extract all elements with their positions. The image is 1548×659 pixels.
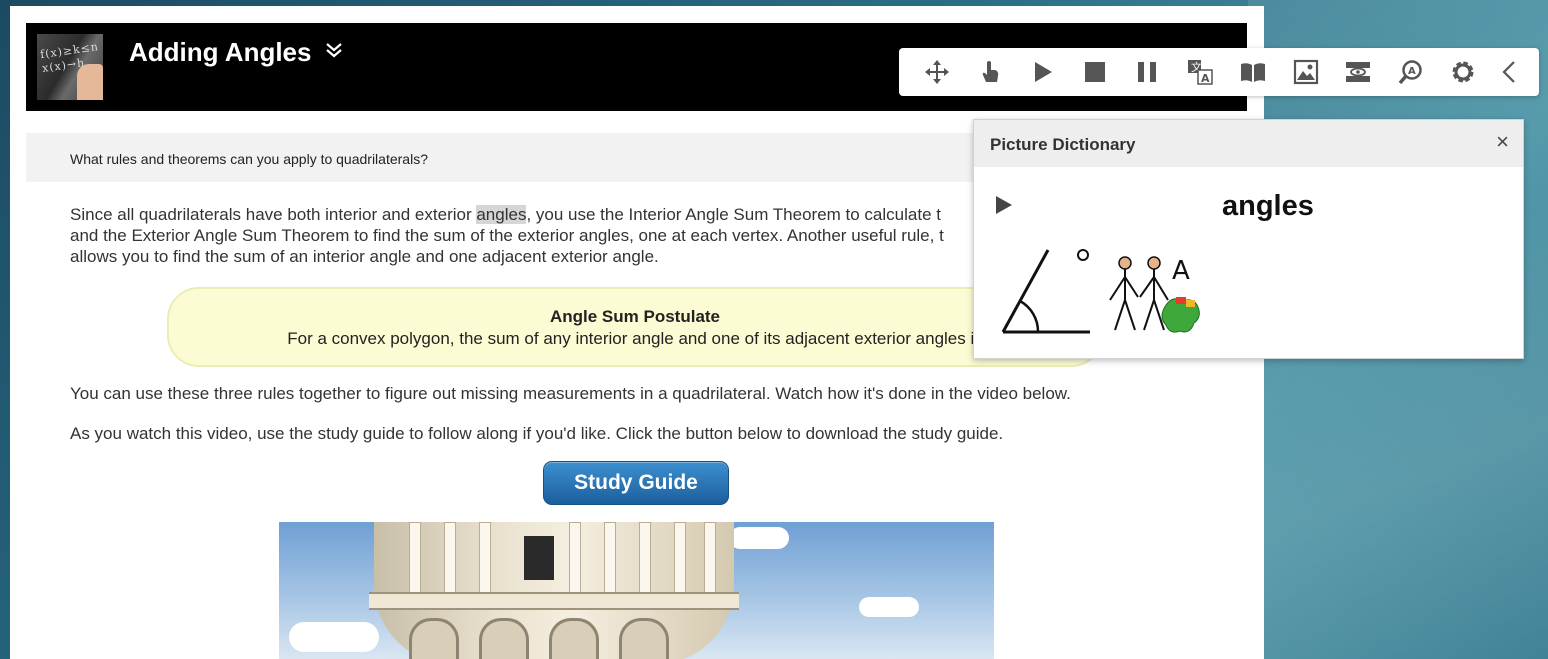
angle-sum-postulate-box: Angle Sum Postulate For a convex polygon…	[167, 287, 1103, 367]
dictionary-book-icon[interactable]	[1239, 58, 1267, 86]
translate-icon[interactable]: 文A	[1186, 58, 1214, 86]
angles-symbol-picture: A	[1001, 249, 1200, 334]
tower-ledge	[369, 592, 739, 610]
stop-icon[interactable]	[1081, 58, 1109, 86]
close-icon[interactable]: ×	[1496, 131, 1509, 153]
play-icon[interactable]	[1028, 58, 1056, 86]
lesson-title: Adding Angles	[129, 37, 312, 67]
screen-mask-icon[interactable]	[1344, 58, 1372, 86]
postulate-title: Angle Sum Postulate	[549, 307, 721, 326]
para1-text-before: Since all quadrilaterals have both inter…	[70, 205, 477, 224]
highlighted-word-angles[interactable]: angles	[476, 205, 527, 224]
video-thumbnail[interactable]	[279, 522, 994, 659]
move-icon[interactable]	[923, 58, 951, 86]
postulate-body: For a convex polygon, the sum of any int…	[287, 329, 983, 348]
tower-arch	[479, 618, 529, 659]
text-magnifier-icon[interactable]: A	[1397, 58, 1425, 86]
lesson-title-dropdown[interactable]: Adding Angles	[129, 37, 343, 68]
read-aloud-toolbar: 文A A	[899, 48, 1539, 96]
point-hand-icon[interactable]	[976, 58, 1004, 86]
svg-text:A: A	[1408, 66, 1416, 77]
pause-icon[interactable]	[1133, 58, 1161, 86]
tower-arch	[409, 618, 459, 659]
picture-dictionary-panel: Picture Dictionary × angles A	[973, 119, 1524, 359]
picture-dictionary-header: Picture Dictionary ×	[974, 120, 1523, 167]
cloud	[859, 597, 919, 617]
settings-gear-icon[interactable]	[1449, 58, 1477, 86]
collapse-chevron-left-icon[interactable]	[1496, 58, 1524, 86]
question-text: What rules and theorems can you apply to…	[70, 151, 428, 167]
cloud	[289, 622, 379, 652]
picture-dictionary-icon[interactable]	[1292, 58, 1320, 86]
double-chevron-down-icon[interactable]	[325, 41, 343, 65]
cloud	[729, 527, 789, 549]
picture-dictionary-title: Picture Dictionary	[990, 135, 1136, 154]
study-guide-paragraph: As you watch this video, use the study g…	[70, 424, 1004, 443]
para1-text-after: , you use the Interior Angle Sum Theorem…	[526, 205, 941, 224]
lesson-thumbnail: f(x)≥k≤n x(x)→h	[37, 34, 103, 100]
rules-paragraph: You can use these three rules together t…	[70, 384, 1071, 403]
play-word-icon[interactable]	[996, 196, 1012, 214]
tower-window	[524, 536, 554, 580]
symbol-letter: A	[1172, 256, 1190, 286]
tower-arch	[619, 618, 669, 659]
svg-text:A: A	[1201, 72, 1210, 85]
study-guide-button[interactable]: Study Guide	[543, 461, 729, 505]
tower-arch	[549, 618, 599, 659]
dictionary-word: angles	[1222, 190, 1314, 222]
thumbnail-hand	[77, 64, 103, 100]
